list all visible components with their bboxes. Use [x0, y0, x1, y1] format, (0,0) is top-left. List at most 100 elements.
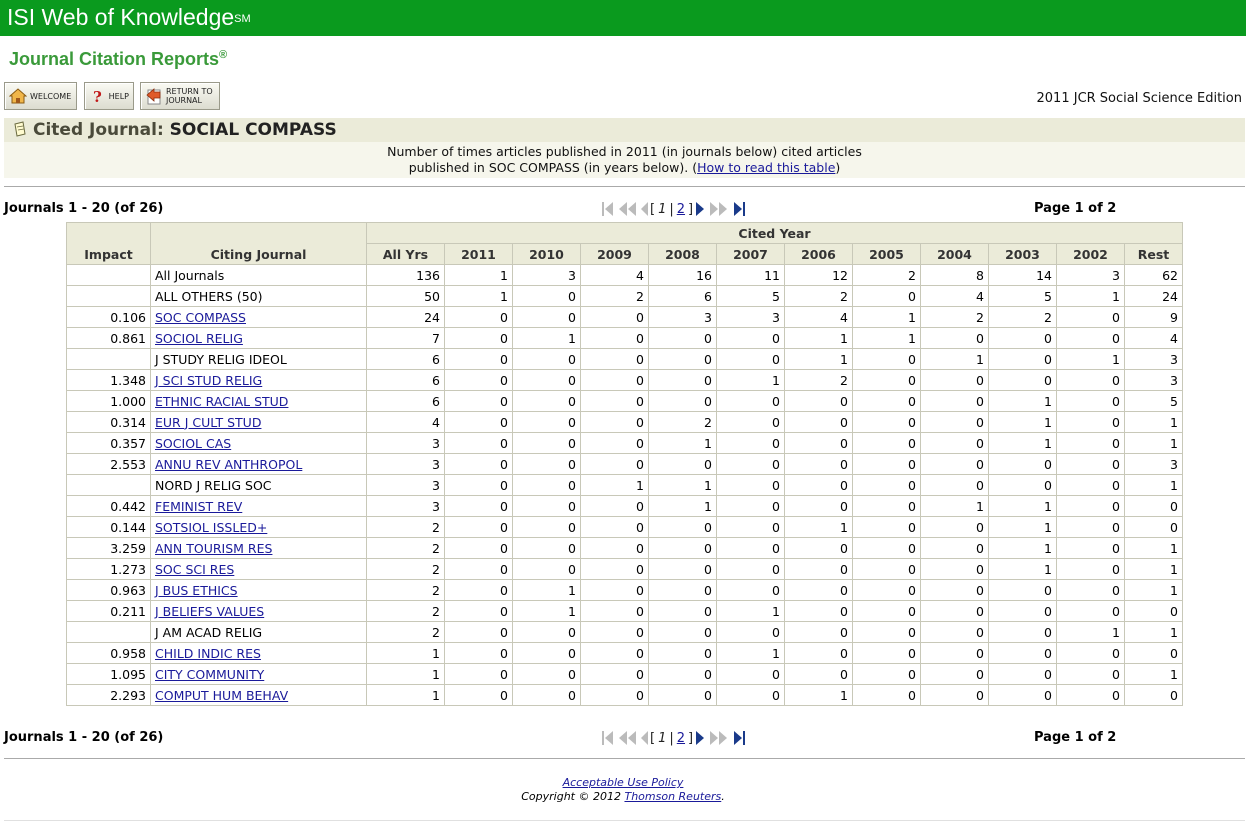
prev-ten-icon[interactable] [616, 200, 638, 218]
citation-count-cell: 2 [920, 306, 989, 328]
citation-count-cell: 0 [784, 621, 853, 643]
citation-count-cell: 4 [784, 306, 853, 328]
citation-count-cell: 0 [512, 621, 581, 643]
pager-page-2-link[interactable]: 2 [677, 202, 685, 217]
citation-count-cell: 0 [512, 663, 581, 685]
table-row: 2.553 ANNU REV ANTHROPOL 3 0 0 0 0 0 0 0 0 0 0 3 [66, 453, 1183, 475]
acceptable-use-policy-link[interactable]: Acceptable Use Policy [563, 776, 684, 789]
citation-count-cell: 0 [920, 474, 989, 496]
journal-link[interactable]: COMPUT HUM BEHAV [155, 688, 288, 703]
cited-note-icon [13, 121, 27, 137]
table-row: 0.144 SOTSIOL ISSLED+ 2 0 0 0 0 0 1 0 0 1 0 0 [66, 516, 1183, 538]
cited-year-header: Cited Year [366, 222, 1183, 244]
journal-link[interactable]: SOCIOL CAS [155, 436, 231, 451]
how-to-read-link[interactable]: How to read this table [697, 160, 835, 175]
first-page-icon[interactable] [600, 200, 616, 218]
table-row: J STUDY RELIG IDEOL 6 0 0 0 0 0 1 0 1 0 1 3 [66, 348, 1183, 370]
prev-page-icon[interactable] [638, 729, 650, 747]
help-button[interactable]: ? HELP [84, 82, 134, 110]
pager-page-2-link[interactable]: 2 [677, 731, 685, 746]
impact-cell: 0.211 [66, 600, 151, 622]
impact-cell [66, 621, 151, 643]
next-page-icon[interactable] [693, 200, 707, 218]
citation-count-cell: 1 [784, 348, 853, 370]
citation-count-cell: 1 [784, 327, 853, 349]
citation-count-cell: 0 [1056, 390, 1125, 412]
journal-link[interactable]: EUR J CULT STUD [155, 415, 261, 430]
description-line2-end: ) [835, 160, 841, 175]
pager-bottom: [ 1 | 2 ] [600, 729, 747, 747]
citation-count-cell: 0 [852, 432, 921, 454]
citation-count-cell: 3 [366, 453, 445, 475]
table-row: NORD J RELIG SOC 3 0 0 1 1 0 0 0 0 0 0 1 [66, 474, 1183, 496]
prev-ten-icon[interactable] [616, 729, 638, 747]
citation-count-cell: 0 [920, 600, 989, 622]
journal-link[interactable]: J BELIEFS VALUES [155, 604, 264, 619]
citation-count-cell: 0 [648, 642, 717, 664]
journal-cell: SOC COMPASS [150, 306, 367, 328]
copyright-text: Copyright © 2012 [521, 790, 625, 803]
next-ten-icon[interactable] [707, 729, 731, 747]
citation-count-cell: 0 [920, 516, 989, 538]
citation-count-cell: 0 [512, 474, 581, 496]
journal-link[interactable]: J SCI STUD RELIG [155, 373, 262, 388]
citation-count-cell: 0 [1056, 684, 1125, 706]
journal-link[interactable]: SOC COMPASS [155, 310, 246, 325]
journal-link[interactable]: SOC SCI RES [155, 562, 234, 577]
journal-link[interactable]: ANNU REV ANTHROPOL [155, 457, 302, 472]
citation-count-cell: 0 [920, 642, 989, 664]
citation-count-cell: 0 [512, 390, 581, 412]
edition-label: 2011 JCR Social Science Edition [1036, 91, 1242, 106]
citation-count-cell: 0 [852, 516, 921, 538]
citation-count-cell: 0 [716, 684, 785, 706]
prev-page-icon[interactable] [638, 200, 650, 218]
citation-count-cell: 0 [580, 663, 649, 685]
first-page-icon[interactable] [600, 729, 616, 747]
citation-count-cell: 0 [784, 411, 853, 433]
citation-count-cell: 1 [716, 642, 785, 664]
citation-count-cell: 0 [648, 621, 717, 643]
year-header: 2010 [512, 243, 581, 265]
pagination-bottom: Journals 1 - 20 (of 26) [ 1 | 2 ] Page 1… [4, 729, 1245, 747]
citation-count-cell: 0 [512, 495, 581, 517]
next-ten-icon[interactable] [707, 200, 731, 218]
journal-link[interactable]: SOTSIOL ISSLED+ [155, 520, 267, 535]
journal-link[interactable]: ANN TOURISM RES [155, 541, 272, 556]
citation-count-cell: 1 [988, 390, 1057, 412]
journal-cell: ANN TOURISM RES [150, 537, 367, 559]
citation-count-cell: 0 [988, 369, 1057, 391]
citation-count-cell: 0 [716, 411, 785, 433]
next-page-icon[interactable] [693, 729, 707, 747]
citation-count-cell: 1 [366, 642, 445, 664]
journal-link[interactable]: ETHNIC RACIAL STUD [155, 394, 288, 409]
year-header: 2004 [920, 243, 989, 265]
citation-count-cell: 5 [1124, 390, 1183, 412]
return-to-journal-button[interactable]: RETURN TO JOURNAL [140, 82, 220, 110]
citation-count-cell: 1 [1056, 348, 1125, 370]
pager-top: [ 1 | 2 ] [600, 200, 747, 218]
citation-count-cell: 1 [1124, 537, 1183, 559]
journal-link[interactable]: CHILD INDIC RES [155, 646, 261, 661]
citation-count-cell: 2 [784, 369, 853, 391]
citation-count-cell: 5 [988, 285, 1057, 307]
thomson-reuters-link[interactable]: Thomson Reuters [624, 790, 721, 803]
journal-link[interactable]: FEMINIST REV [155, 499, 242, 514]
citation-count-cell: 0 [784, 642, 853, 664]
journal-link[interactable]: J BUS ETHICS [155, 583, 238, 598]
journal-link[interactable]: SOCIOL RELIG [155, 331, 243, 346]
citation-count-cell: 0 [580, 411, 649, 433]
last-page-icon[interactable] [731, 200, 747, 218]
table-row: 1.095 CITY COMMUNITY 1 0 0 0 0 0 0 0 0 0 0 1 [66, 663, 1183, 685]
welcome-button[interactable]: WELCOME [4, 82, 77, 110]
brand-text: ISI Web of Knowledge [7, 4, 235, 30]
citation-count-cell: 0 [716, 537, 785, 559]
citation-count-cell: 0 [988, 348, 1057, 370]
journal-link[interactable]: CITY COMMUNITY [155, 667, 264, 682]
last-page-icon[interactable] [731, 729, 747, 747]
citation-count-cell: 3 [512, 264, 581, 286]
citation-count-cell: 1 [648, 432, 717, 454]
year-header: 2006 [784, 243, 853, 265]
product-title: Journal Citation Reports® [9, 49, 227, 70]
citation-count-cell: 0 [1124, 495, 1183, 517]
journal-cell: CITY COMMUNITY [150, 663, 367, 685]
